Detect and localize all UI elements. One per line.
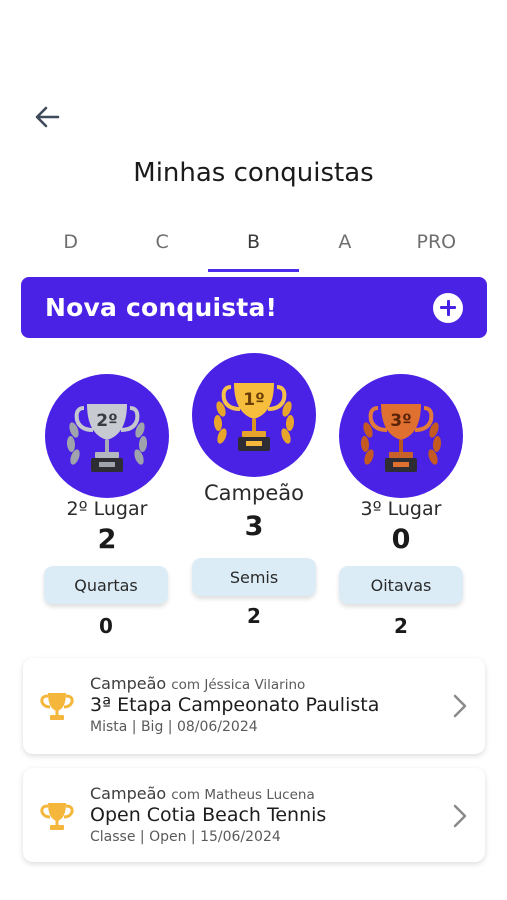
- second-place-count: 2: [97, 524, 117, 555]
- achievement-partner: com Jéssica Vilarino: [171, 677, 306, 693]
- quartas-count: 0: [99, 614, 113, 638]
- new-achievement-label: Nova conquista!: [45, 293, 278, 322]
- tab-a[interactable]: A: [299, 226, 390, 272]
- tab-pro[interactable]: PRO: [391, 226, 482, 272]
- oitavas-button[interactable]: Oitavas: [339, 566, 463, 604]
- achievement-meta: Mista | Big | 08/06/2024: [90, 719, 258, 735]
- achievement-card[interactable]: Campeão com Matheus Lucena Open Cotia Be…: [23, 768, 485, 862]
- chevron-right-icon: [453, 694, 467, 718]
- chevron-right-icon: [453, 804, 467, 828]
- achievement-meta: Classe | Open | 15/06/2024: [90, 829, 281, 845]
- new-achievement-button[interactable]: Nova conquista!: [21, 277, 487, 338]
- champion-count: 3: [244, 511, 264, 542]
- achievement-result: Campeão: [90, 674, 167, 693]
- achievement-result: Campeão: [90, 784, 167, 803]
- trophy-icon: [40, 803, 74, 830]
- second-place-label: 2º Lugar: [66, 498, 148, 520]
- tab-d[interactable]: D: [25, 226, 116, 272]
- third-place-label: 3º Lugar: [360, 498, 442, 520]
- quartas-button[interactable]: Quartas: [44, 566, 168, 604]
- champion-rank-badge: 1º: [243, 390, 264, 410]
- plus-circle-icon: [433, 292, 463, 323]
- achievement-result-line: Campeão com Matheus Lucena: [90, 784, 326, 803]
- trophy-icon: [40, 693, 74, 720]
- second-rank-badge: 2º: [96, 411, 117, 431]
- semis-count: 2: [247, 604, 261, 628]
- achievement-result-line: Campeão com Jéssica Vilarino: [90, 674, 379, 693]
- achievement-card[interactable]: Campeão com Jéssica Vilarino 3ª Etapa Ca…: [23, 658, 485, 754]
- back-button[interactable]: [30, 100, 64, 134]
- third-place-medal: 3º 3º Lugar 0: [339, 374, 463, 553]
- third-place-count: 0: [391, 524, 411, 555]
- second-place-medal: 2º 2º Lugar 2: [45, 374, 169, 553]
- semis-button[interactable]: Semis: [192, 558, 316, 596]
- tab-b[interactable]: B: [207, 226, 300, 272]
- achievement-title: Open Cotia Beach Tennis: [90, 804, 327, 826]
- category-tabs: D C B A PRO: [25, 226, 482, 272]
- tab-c[interactable]: C: [116, 226, 207, 272]
- bronze-trophy-icon: 3º: [339, 374, 463, 498]
- third-rank-badge: 3º: [390, 411, 411, 431]
- champion-medal: 1º Campeão 3: [192, 353, 316, 540]
- oitavas-count: 2: [394, 614, 408, 638]
- silver-trophy-icon: 2º: [45, 374, 169, 498]
- champion-label: Campeão: [204, 481, 304, 505]
- gold-trophy-icon: 1º: [192, 353, 316, 477]
- page-title: Minhas conquistas: [133, 158, 374, 188]
- achievement-partner: com Matheus Lucena: [171, 787, 315, 803]
- arrow-left-icon: [35, 106, 60, 128]
- achievement-info: Campeão com Jéssica Vilarino 3ª Etapa Ca…: [90, 674, 379, 735]
- achievement-title: 3ª Etapa Campeonato Paulista: [90, 694, 380, 716]
- achievement-info: Campeão com Matheus Lucena Open Cotia Be…: [90, 784, 326, 845]
